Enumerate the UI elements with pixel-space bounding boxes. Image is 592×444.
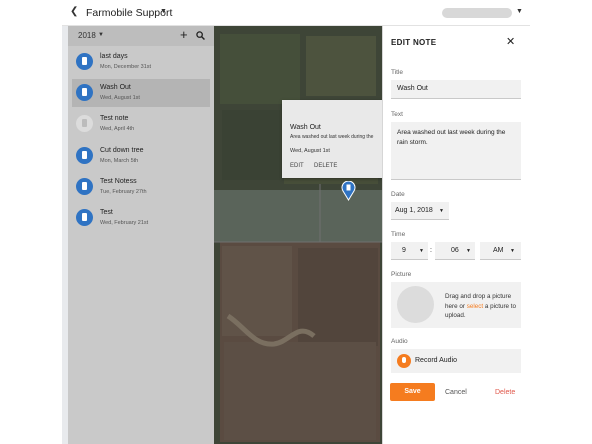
sidebar-header: 2018 ▼ +: [68, 26, 214, 46]
search-icon[interactable]: [196, 31, 205, 40]
notes-sidebar: 2018 ▼ + last days Mon, December 31st Wa…: [68, 26, 214, 444]
hour-select[interactable]: 9 ▼: [391, 242, 428, 260]
note-date: Wed, February 21st: [100, 220, 149, 226]
top-bar: ❮ Farmobile Support ▼ ▼: [62, 0, 530, 26]
chevron-down-icon[interactable]: ▼: [98, 32, 104, 38]
user-menu[interactable]: [442, 8, 512, 18]
chevron-down-icon[interactable]: ▼: [516, 8, 523, 15]
popup-text: Area washed out last week during the: [290, 134, 374, 140]
list-item[interactable]: Wash Out Wed, August 1st: [72, 79, 210, 107]
text-label: Text: [391, 111, 403, 118]
year-select[interactable]: 2018: [78, 31, 96, 40]
text-value: Area washed out last week during the rai…: [397, 129, 506, 146]
title-label: Title: [391, 69, 404, 76]
edit-note-panel: EDIT NOTE ✕ Title Wash Out Text Area was…: [382, 26, 530, 444]
note-date: Tue, February 27th: [100, 189, 147, 195]
note-date: Wed, April 4th: [100, 126, 135, 132]
minute-value: 06: [451, 247, 459, 254]
list-item[interactable]: Test Wed, February 21st: [72, 204, 210, 232]
chevron-down-icon[interactable]: ▼: [160, 8, 167, 15]
note-icon: [76, 84, 93, 101]
delete-button[interactable]: Delete: [495, 389, 515, 396]
list-item[interactable]: last days Mon, December 31st: [72, 48, 210, 76]
map-pin-icon[interactable]: [341, 181, 356, 201]
note-icon: [76, 53, 93, 70]
note-popup: Wash Out Area washed out last week durin…: [282, 100, 382, 178]
note-title: Test: [100, 209, 113, 216]
map-dim-overlay: [214, 26, 382, 444]
picture-placeholder-icon: [397, 286, 434, 323]
list-item[interactable]: Test note Wed, April 4th: [72, 110, 210, 138]
date-label: Date: [391, 191, 405, 198]
chevron-down-icon: ▼: [510, 248, 515, 254]
title-value: Wash Out: [397, 85, 428, 92]
picture-label: Picture: [391, 271, 412, 278]
popup-title: Wash Out: [290, 124, 321, 131]
ampm-select[interactable]: AM ▼: [480, 242, 521, 260]
audio-label: Audio: [391, 338, 408, 345]
select-picture-link[interactable]: select: [467, 303, 483, 310]
panel-title: EDIT NOTE: [391, 38, 437, 47]
note-title: Test note: [100, 115, 129, 122]
add-note-icon[interactable]: +: [180, 27, 188, 42]
popup-edit-button[interactable]: EDIT: [290, 163, 304, 169]
list-item[interactable]: Cut down tree Mon, March 5th: [72, 142, 210, 170]
close-icon[interactable]: ✕: [506, 35, 515, 48]
chevron-left-icon[interactable]: ❮: [70, 6, 78, 17]
note-icon: [76, 209, 93, 226]
text-field[interactable]: Area washed out last week during the rai…: [391, 122, 521, 180]
minute-select[interactable]: 06 ▼: [435, 242, 475, 260]
date-value: Aug 1, 2018: [395, 207, 433, 214]
satellite-map[interactable]: [214, 26, 382, 444]
list-item[interactable]: Test Notess Tue, February 27th: [72, 173, 210, 201]
popup-date: Wed, August 1st: [290, 148, 330, 154]
date-select[interactable]: Aug 1, 2018 ▼: [391, 202, 449, 220]
note-date: Mon, March 5th: [100, 158, 139, 164]
note-title: Cut down tree: [100, 147, 144, 154]
picture-dropzone[interactable]: Drag and drop a picture here or select a…: [391, 282, 521, 328]
time-label: Time: [391, 231, 406, 238]
chevron-down-icon: ▼: [466, 248, 471, 254]
note-date: Mon, December 31st: [100, 64, 152, 70]
picture-instructions: Drag and drop a picture here or select a…: [445, 292, 519, 321]
time-colon: :: [430, 247, 432, 254]
note-title: last days: [100, 53, 128, 60]
note-icon: [76, 178, 93, 195]
note-icon: [76, 147, 93, 164]
note-date: Wed, August 1st: [100, 95, 140, 101]
popup-delete-button[interactable]: DELETE: [314, 163, 337, 169]
note-grey-icon: [76, 115, 93, 132]
chevron-down-icon: ▼: [419, 248, 424, 254]
hour-value: 9: [402, 247, 406, 254]
cancel-button[interactable]: Cancel: [445, 389, 467, 396]
ampm-value: AM: [493, 247, 504, 254]
chevron-down-icon: ▼: [439, 208, 444, 214]
note-title: Test Notess: [100, 178, 137, 185]
microphone-icon: [397, 354, 411, 368]
title-field[interactable]: Wash Out: [391, 80, 521, 99]
record-audio-button[interactable]: Record Audio: [391, 349, 521, 373]
save-button[interactable]: Save: [390, 383, 435, 401]
record-audio-label: Record Audio: [415, 357, 458, 364]
note-title: Wash Out: [100, 84, 131, 91]
